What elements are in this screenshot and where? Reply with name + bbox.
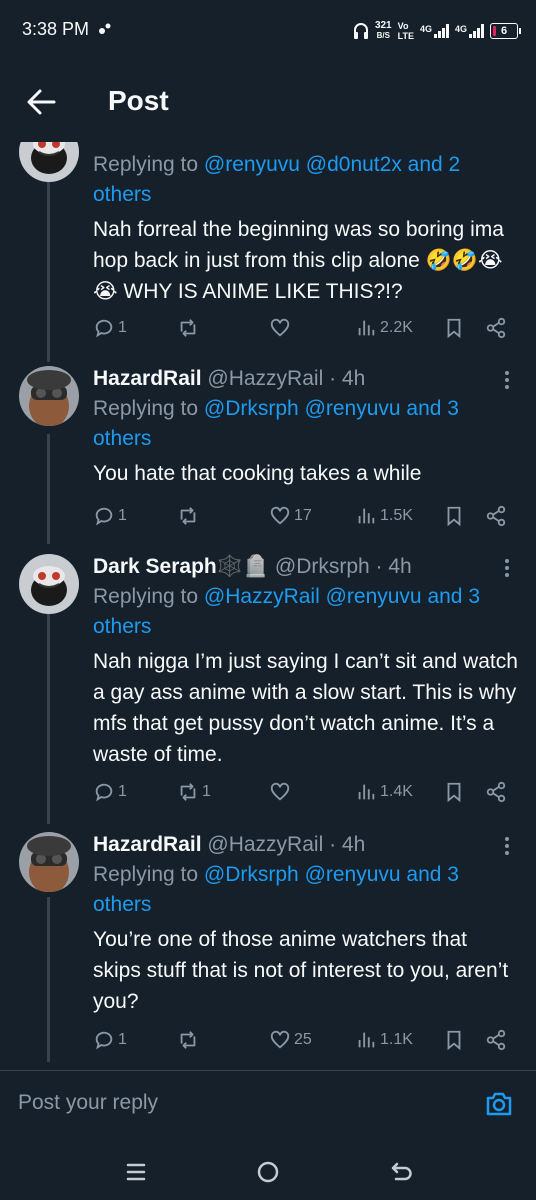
battery-icon: 6 xyxy=(490,23,521,39)
user-handle: @HazzyRail · 4h xyxy=(207,367,366,390)
reply-text: Nah nigga I’m just saying I can’t sit an… xyxy=(93,650,518,766)
reply-text: Nah forreal the beginning was so boring … xyxy=(93,218,504,303)
views-button[interactable]: 1.4K xyxy=(355,778,413,806)
more-options-icon[interactable] xyxy=(498,368,516,392)
replying-to: Replying to @Drksrph @renyuvu and 3 othe… xyxy=(93,397,459,450)
repost-icon xyxy=(180,319,196,337)
heart-icon xyxy=(270,506,290,525)
reply-text: You hate that cooking takes a while xyxy=(93,462,422,485)
comment-icon xyxy=(95,319,113,338)
share-icon[interactable] xyxy=(485,778,507,806)
reply-text: You’re one of those anime watchers that … xyxy=(93,928,509,1013)
like-button[interactable] xyxy=(269,314,294,342)
thread-connector-line xyxy=(47,182,50,362)
share-icon[interactable] xyxy=(485,314,507,342)
display-name[interactable]: HazardRail xyxy=(93,367,202,390)
repost-icon xyxy=(180,507,196,525)
comment-icon xyxy=(95,507,113,526)
back-arrow-icon[interactable] xyxy=(26,88,56,116)
like-button[interactable]: 25 xyxy=(269,1026,312,1054)
repost-button[interactable] xyxy=(177,1026,202,1054)
recents-menu-icon[interactable] xyxy=(122,1158,150,1186)
reply-button[interactable]: 1 xyxy=(93,778,127,806)
reply-item[interactable]: Replying to @renyuvu @d0nut2x and 2 othe… xyxy=(93,150,518,307)
views-chart-icon xyxy=(358,508,375,524)
comment-icon xyxy=(95,1031,113,1050)
bookmark-icon[interactable] xyxy=(443,502,465,530)
views-button[interactable]: 2.2K xyxy=(355,314,413,342)
repost-icon xyxy=(180,783,196,801)
thread-connector-line xyxy=(47,897,50,1062)
share-icon[interactable] xyxy=(485,1026,507,1054)
user-handle: @Drksrph · 4h xyxy=(274,555,412,578)
status-bar: 3:38 PM 321 B/S Vo LTE 4G 4G 6 xyxy=(0,0,536,62)
masked-face-avatar[interactable] xyxy=(19,142,79,182)
reply-input[interactable]: Post your reply xyxy=(18,1091,158,1115)
reply-actions: 1 1 1.4K xyxy=(93,778,518,806)
display-name[interactable]: Dark Seraph🕸️🪦 xyxy=(93,555,269,578)
heart-icon xyxy=(270,318,290,337)
views-button[interactable]: 1.1K xyxy=(355,1026,413,1054)
reply-actions: 1 2.2K xyxy=(93,314,518,342)
thread-connector-line xyxy=(47,614,50,824)
reply-thread[interactable]: Replying to @renyuvu @d0nut2x and 2 othe… xyxy=(0,142,536,1062)
comment-icon xyxy=(95,783,113,802)
signal-sim2-icon: 4G xyxy=(455,24,484,38)
heart-icon xyxy=(270,782,290,801)
bookmark-icon[interactable] xyxy=(443,314,465,342)
more-options-icon[interactable] xyxy=(498,556,516,580)
reply-item[interactable]: Dark Seraph🕸️🪦 @Drksrph · 4h Replying to… xyxy=(93,552,518,770)
repost-icon xyxy=(180,1031,196,1049)
heart-icon xyxy=(270,1030,290,1049)
top-app-bar: Post xyxy=(0,62,536,142)
reply-button[interactable]: 1 xyxy=(93,502,127,530)
like-button[interactable]: 17 xyxy=(269,502,312,530)
repost-button[interactable] xyxy=(177,502,202,530)
reply-composer: Post your reply xyxy=(0,1070,536,1140)
headphones-icon xyxy=(353,23,368,39)
status-time: 3:38 PM xyxy=(22,19,90,39)
back-nav-icon[interactable] xyxy=(388,1158,416,1186)
replying-to: Replying to @HazzyRail @renyuvu and 3 ot… xyxy=(93,585,480,638)
views-chart-icon xyxy=(358,1032,375,1048)
home-circle-icon[interactable] xyxy=(254,1158,282,1186)
reply-item[interactable]: HazardRail @HazzyRail · 4h Replying to @… xyxy=(93,364,518,489)
camera-icon[interactable] xyxy=(484,1089,514,1119)
reply-actions: 1 25 1.1K xyxy=(93,1026,518,1054)
views-button[interactable]: 1.5K xyxy=(355,502,413,530)
signal-sim1-icon: 4G xyxy=(420,24,449,38)
net-speed: 321 B/S xyxy=(374,20,392,41)
person-goggles-avatar[interactable] xyxy=(19,832,79,892)
bookmark-icon[interactable] xyxy=(443,778,465,806)
reply-actions: 1 17 1.5K xyxy=(93,502,518,530)
user-handle: @HazzyRail · 4h xyxy=(207,833,366,856)
thread-connector-line xyxy=(47,434,50,544)
reply-button[interactable]: 1 xyxy=(93,314,127,342)
reply-item[interactable]: HazardRail @HazzyRail · 4h Replying to @… xyxy=(93,830,518,1017)
replying-to: Replying to @Drksrph @renyuvu and 3 othe… xyxy=(93,863,459,916)
volte-indicator: Vo LTE xyxy=(397,21,414,41)
notification-dot-icon xyxy=(99,23,111,34)
views-chart-icon xyxy=(358,784,375,800)
more-options-icon[interactable] xyxy=(498,834,516,858)
repost-button[interactable]: 1 xyxy=(177,778,211,806)
like-button[interactable] xyxy=(269,778,294,806)
person-goggles-avatar[interactable] xyxy=(19,366,79,426)
share-icon[interactable] xyxy=(485,502,507,530)
replying-to: Replying to @renyuvu @d0nut2x and 2 othe… xyxy=(93,153,461,206)
display-name[interactable]: HazardRail xyxy=(93,833,202,856)
masked-face-avatar[interactable] xyxy=(19,554,79,614)
page-title: Post xyxy=(108,85,169,116)
views-chart-icon xyxy=(358,320,375,336)
bookmark-icon[interactable] xyxy=(443,1026,465,1054)
repost-button[interactable] xyxy=(177,314,202,342)
reply-button[interactable]: 1 xyxy=(93,1026,127,1054)
system-nav-bar xyxy=(0,1140,536,1200)
